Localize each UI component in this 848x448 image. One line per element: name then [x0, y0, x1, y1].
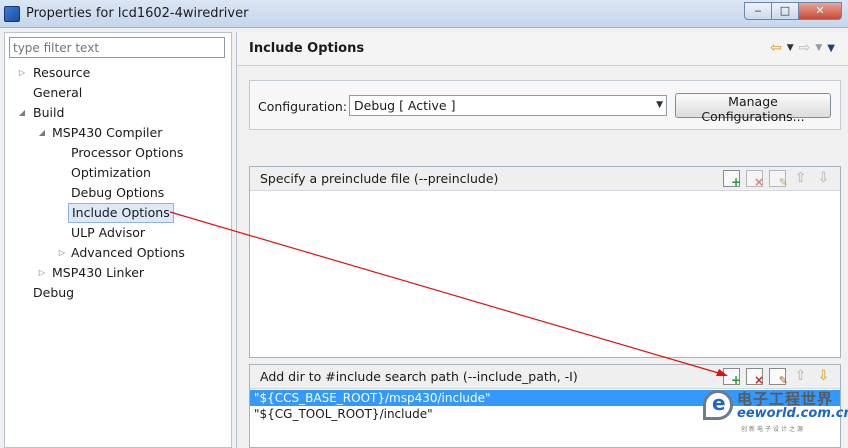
tree-item-label: Debug [33, 285, 75, 300]
tree-item-label: Advanced Options [71, 245, 185, 260]
edit-icon[interactable] [769, 170, 788, 189]
add-icon[interactable] [723, 170, 741, 189]
back-arrow-icon[interactable]: ⇦ [770, 41, 782, 55]
configuration-label: Configuration: [258, 99, 347, 114]
include-path-title: Add dir to #include search path (--inclu… [260, 369, 578, 384]
watermark-sub: 创新电子设计之源 [741, 426, 806, 433]
move-down-icon[interactable] [815, 368, 832, 385]
add-icon[interactable] [723, 368, 741, 387]
configuration-group: Configuration: Debug [ Active ] ▼ Manage… [249, 80, 841, 130]
preinclude-title: Specify a preinclude file (--preinclude) [260, 171, 499, 186]
title-bar: Properties for lcd1602-4wiredriver ‒ □ ✕ [0, 0, 848, 28]
page-header: Include Options ⇦ ▼ ⇨ ▼ ▼ [237, 32, 848, 66]
view-menu-icon[interactable]: ▼ [827, 43, 835, 54]
app-icon [4, 5, 20, 22]
tree-item-ulp-advisor[interactable]: ULP Advisor [71, 223, 145, 243]
tree-item-label: General [33, 85, 83, 100]
preinclude-panel-header: Specify a preinclude file (--preinclude) [250, 167, 840, 191]
window-title: Properties for lcd1602-4wiredriver [26, 6, 249, 21]
tree-item-debug-options[interactable]: Debug Options [71, 183, 164, 203]
tree-item-label: Include Options [68, 203, 174, 223]
expand-arrow-icon[interactable]: ▷ [57, 243, 67, 263]
eeworld-logo-icon [703, 390, 733, 420]
left-pane: ▷ Resource General ◢ Build ◢ MSP430 Comp… [4, 32, 232, 448]
preinclude-toolbar [723, 170, 832, 189]
watermark: 电子工程世界 eeworld.com.cn 创新电子设计之源 [697, 386, 848, 446]
delete-icon[interactable] [746, 170, 764, 189]
nav-toolbar: ⇦ ▼ ⇨ ▼ ▼ [770, 41, 835, 55]
configuration-value: Debug [ Active ] [354, 98, 456, 113]
tree-item-include-options[interactable]: Include Options [68, 203, 174, 223]
close-button[interactable]: ✕ [798, 2, 842, 20]
minimize-button[interactable]: ‒ [744, 2, 771, 20]
tree-item-label: Resource [33, 65, 91, 80]
collapse-arrow-icon[interactable]: ◢ [37, 123, 47, 143]
page-title: Include Options [249, 41, 365, 56]
tree-item-label: Processor Options [71, 145, 184, 160]
collapse-arrow-icon[interactable]: ◢ [17, 103, 27, 123]
expand-arrow-icon[interactable]: ▷ [17, 63, 27, 83]
filter-input[interactable] [9, 37, 225, 58]
move-up-icon[interactable] [792, 170, 809, 187]
manage-configurations-button[interactable]: Manage Configurations... [675, 93, 831, 124]
tree-item-optimization[interactable]: Optimization [71, 163, 151, 183]
tree-item-label: Optimization [71, 165, 151, 180]
tree-item-label: Build [33, 105, 65, 120]
preinclude-panel: Specify a preinclude file (--preinclude) [249, 166, 841, 358]
tree-item-label: Debug Options [71, 185, 165, 200]
forward-dropdown-icon[interactable]: ▼ [815, 43, 822, 53]
delete-icon[interactable] [746, 368, 764, 387]
move-down-icon[interactable] [815, 170, 832, 187]
expand-arrow-icon[interactable]: ▷ [37, 263, 47, 283]
edit-icon[interactable] [769, 368, 788, 387]
back-dropdown-icon[interactable]: ▼ [787, 43, 794, 53]
tree-item-processor-options[interactable]: Processor Options [71, 143, 183, 163]
maximize-button[interactable]: □ [771, 2, 798, 20]
watermark-en: eeworld.com.cn [737, 406, 848, 421]
forward-arrow-icon[interactable]: ⇨ [799, 41, 811, 55]
window-controls: ‒ □ ✕ [744, 2, 842, 20]
tree-item-label: MSP430 Compiler [52, 125, 163, 140]
chevron-down-icon[interactable]: ▼ [656, 96, 663, 115]
configuration-select[interactable]: Debug [ Active ] ▼ [349, 95, 667, 116]
move-up-icon[interactable] [792, 368, 809, 385]
include-path-toolbar [723, 368, 832, 387]
tree-item-label: MSP430 Linker [52, 265, 145, 280]
tree-item-label: ULP Advisor [71, 225, 146, 240]
